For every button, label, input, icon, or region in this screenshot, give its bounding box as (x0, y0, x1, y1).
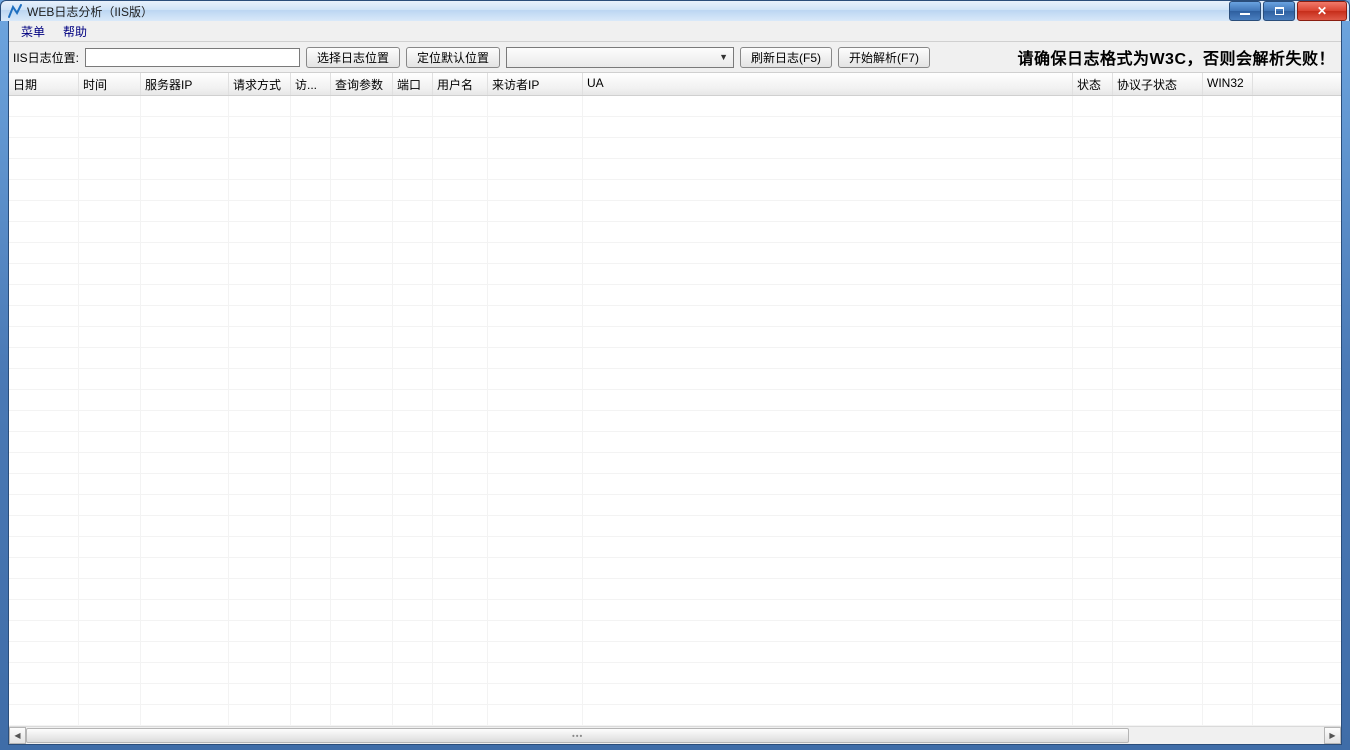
table-row (9, 222, 1341, 243)
column-header[interactable]: 查询参数 (331, 73, 393, 95)
window-controls (1227, 1, 1347, 21)
column-header[interactable]: WIN32 (1203, 73, 1253, 95)
menubar: 菜单 帮助 (9, 21, 1341, 42)
maximize-button[interactable] (1263, 1, 1295, 21)
table-row (9, 474, 1341, 495)
table-row (9, 327, 1341, 348)
column-header[interactable]: 服务器IP (141, 73, 229, 95)
table-row (9, 369, 1341, 390)
column-header[interactable]: 端口 (393, 73, 433, 95)
window-title: WEB日志分析（IIS版） (27, 3, 153, 20)
scroll-left-button[interactable]: ◀ (9, 727, 26, 744)
horizontal-scrollbar[interactable]: ◀ ••• ▶ (9, 726, 1341, 744)
scrollbar-track[interactable]: ••• (26, 727, 1324, 744)
chevron-down-icon: ▼ (716, 50, 731, 65)
column-header[interactable]: 时间 (79, 73, 141, 95)
table-row (9, 243, 1341, 264)
table-row (9, 201, 1341, 222)
log-file-combo[interactable]: ▼ (506, 47, 734, 68)
grid-body (9, 96, 1341, 726)
table-row (9, 558, 1341, 579)
table-row (9, 411, 1341, 432)
window-frame: WEB日志分析（IIS版） 菜单 帮助 IIS日志位置: 选择日志位置 定位默认… (0, 0, 1350, 750)
table-row (9, 642, 1341, 663)
client-area: 菜单 帮助 IIS日志位置: 选择日志位置 定位默认位置 ▼ 刷新日志(F5) … (8, 21, 1342, 745)
column-header[interactable]: 来访者IP (488, 73, 583, 95)
table-row (9, 96, 1341, 117)
column-header[interactable]: 协议子状态 (1113, 73, 1203, 95)
column-header[interactable]: 日期 (9, 73, 79, 95)
parse-button[interactable]: 开始解析(F7) (838, 47, 930, 68)
table-row (9, 159, 1341, 180)
app-icon (7, 3, 23, 19)
table-row (9, 453, 1341, 474)
table-row (9, 705, 1341, 726)
column-header[interactable]: 用户名 (433, 73, 488, 95)
minimize-button[interactable] (1229, 1, 1261, 21)
scrollbar-thumb[interactable]: ••• (26, 728, 1129, 743)
column-header[interactable]: 状态 (1073, 73, 1113, 95)
table-row (9, 516, 1341, 537)
log-path-input[interactable] (85, 48, 300, 67)
column-header[interactable]: UA (583, 73, 1073, 95)
table-row (9, 537, 1341, 558)
table-row (9, 306, 1341, 327)
locate-default-button[interactable]: 定位默认位置 (406, 47, 500, 68)
log-path-label: IIS日志位置: (13, 49, 79, 66)
column-header[interactable]: 请求方式 (229, 73, 291, 95)
table-row (9, 348, 1341, 369)
table-row (9, 117, 1341, 138)
log-grid: 日期时间服务器IP请求方式访...查询参数端口用户名来访者IPUA状态协议子状态… (9, 73, 1341, 744)
table-row (9, 684, 1341, 705)
titlebar[interactable]: WEB日志分析（IIS版） (0, 0, 1350, 21)
table-row (9, 138, 1341, 159)
warning-text: 请确保日志格式为W3C，否则会解析失败！ (1017, 45, 1337, 69)
table-row (9, 390, 1341, 411)
toolbar: IIS日志位置: 选择日志位置 定位默认位置 ▼ 刷新日志(F5) 开始解析(F… (9, 42, 1341, 73)
table-row (9, 285, 1341, 306)
menu-item-help[interactable]: 帮助 (55, 21, 95, 42)
column-header[interactable]: 访... (291, 73, 331, 95)
table-row (9, 264, 1341, 285)
table-row (9, 432, 1341, 453)
grid-header: 日期时间服务器IP请求方式访...查询参数端口用户名来访者IPUA状态协议子状态… (9, 73, 1341, 96)
choose-log-button[interactable]: 选择日志位置 (306, 47, 400, 68)
table-row (9, 495, 1341, 516)
refresh-button[interactable]: 刷新日志(F5) (740, 47, 832, 68)
close-button[interactable] (1297, 1, 1347, 21)
menu-item-menu[interactable]: 菜单 (13, 21, 53, 42)
table-row (9, 663, 1341, 684)
table-row (9, 600, 1341, 621)
table-row (9, 180, 1341, 201)
table-row (9, 579, 1341, 600)
table-row (9, 621, 1341, 642)
scroll-right-button[interactable]: ▶ (1324, 727, 1341, 744)
